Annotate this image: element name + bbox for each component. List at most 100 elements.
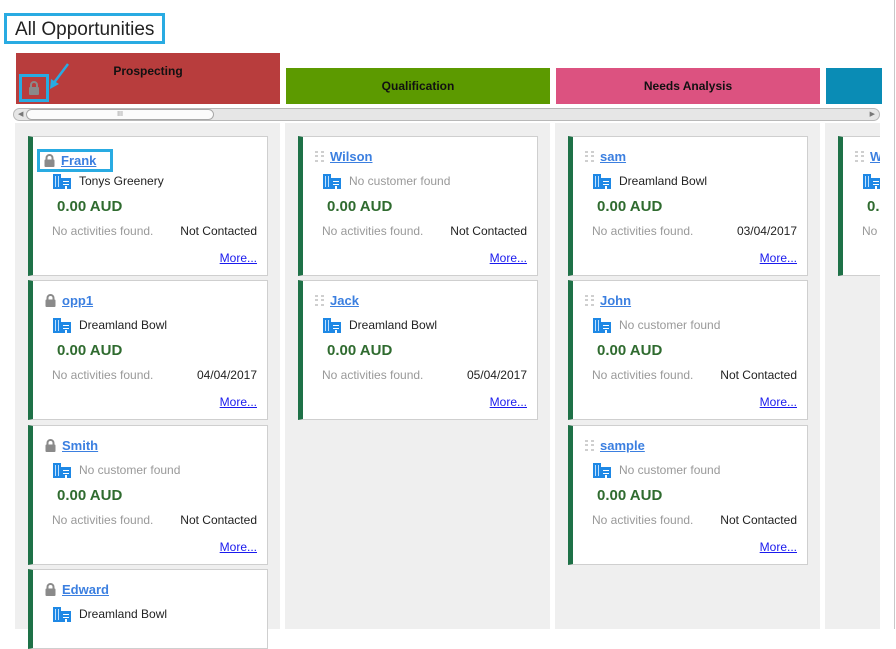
lock-icon (45, 294, 56, 307)
name-highlight: Frank (37, 149, 114, 172)
building-icon (53, 174, 71, 189)
building-icon (53, 318, 71, 333)
scrollbar-thumb[interactable]: III (26, 109, 214, 120)
building-icon (593, 463, 611, 478)
stage-header-needs-analysis[interactable]: Needs Analysis (556, 68, 820, 104)
card-header: sample (585, 438, 645, 453)
column-next: W 0. No (825, 123, 880, 629)
activities-text: No activities found. (592, 368, 694, 382)
opportunity-status: Not Contacted (720, 368, 797, 382)
opportunity-name-link[interactable]: Wilson (330, 149, 373, 164)
opportunity-amount: 0. (867, 198, 880, 215)
opportunity-card[interactable]: Wilson No customer found 0.00 AUD No act… (298, 136, 538, 276)
drag-handle-icon[interactable] (585, 150, 594, 163)
building-icon (593, 174, 611, 189)
customer-row: Dreamland Bowl (592, 173, 707, 189)
drag-handle-icon[interactable] (855, 150, 864, 163)
customer-row: No customer found (322, 173, 450, 189)
opportunity-amount: 0.00 AUD (327, 342, 393, 359)
activities-text: No activities found. (52, 368, 154, 382)
column-qualification: Wilson No customer found 0.00 AUD No act… (285, 123, 550, 629)
opportunity-name-link[interactable]: sam (600, 149, 626, 164)
stage-label: Prospecting (113, 64, 183, 78)
customer-row: Dreamland Bowl (322, 317, 437, 333)
customer-name: Tonys Greenery (79, 174, 164, 188)
more-link[interactable]: More... (490, 251, 527, 265)
card-header: Smith (45, 438, 98, 453)
customer-row: Dreamland Bowl (52, 317, 167, 333)
scroll-right-arrow-icon[interactable]: ▶ (870, 109, 875, 120)
opportunity-card[interactable]: Smith No customer found 0.00 AUD No acti… (28, 425, 268, 565)
customer-name: No customer found (349, 174, 451, 188)
opportunity-status: Not Contacted (450, 224, 527, 238)
customer-row (862, 173, 880, 189)
scroll-left-arrow-icon[interactable]: ◀ (18, 109, 23, 120)
opportunity-card[interactable]: opp1 Dreamland Bowl 0.00 AUD No activiti… (28, 280, 268, 420)
more-link[interactable]: More... (220, 251, 257, 265)
opportunity-card[interactable]: sample No customer found 0.00 AUD No act… (568, 425, 808, 565)
activities-text: No activities found. (52, 513, 154, 527)
customer-name: Dreamland Bowl (79, 607, 168, 621)
lock-icon (44, 154, 55, 167)
opportunity-name-link[interactable]: Frank (61, 153, 96, 168)
more-link[interactable]: More... (760, 395, 797, 409)
drag-handle-icon[interactable] (585, 294, 594, 307)
more-link[interactable]: More... (220, 395, 257, 409)
horizontal-scrollbar[interactable]: ◀ III ▶ (13, 108, 880, 121)
opportunity-name-link[interactable]: Smith (62, 438, 98, 453)
card-header: Frank (37, 149, 114, 172)
drag-handle-icon[interactable] (585, 439, 594, 452)
card-header: W (855, 149, 880, 164)
building-icon (53, 463, 71, 478)
annotation-arrow-icon (50, 63, 69, 89)
opportunity-status: Not Contacted (180, 224, 257, 238)
opportunity-status: Not Contacted (720, 513, 797, 527)
column-prospecting: Frank Tonys Greenery 0.00 AUD No activit… (15, 123, 280, 649)
opportunity-card[interactable]: Edward Dreamland Bowl (28, 569, 268, 649)
page-title: All Opportunities (4, 13, 166, 44)
opportunity-status: 04/04/2017 (196, 368, 257, 382)
more-link[interactable]: More... (220, 540, 257, 554)
card-header: Wilson (315, 149, 373, 164)
card-header: John (585, 293, 631, 308)
opportunity-name-link[interactable]: sample (600, 438, 645, 453)
opportunity-name-link[interactable]: W (870, 149, 880, 164)
opportunity-card[interactable]: sam Dreamland Bowl 0.00 AUD No activitie… (568, 136, 808, 276)
customer-name: Dreamland Bowl (349, 318, 438, 332)
stage-header-qualification[interactable]: Qualification (286, 68, 550, 104)
opportunity-amount: 0.00 AUD (597, 342, 663, 359)
card-header: Jack (315, 293, 359, 308)
opportunity-name-link[interactable]: John (600, 293, 631, 308)
opportunity-card[interactable]: Jack Dreamland Bowl 0.00 AUD No activiti… (298, 280, 538, 420)
opportunity-status: 03/04/2017 (736, 224, 797, 238)
lock-icon-highlight[interactable] (19, 74, 49, 102)
stage-header-next[interactable] (826, 68, 882, 104)
customer-row: No customer found (592, 462, 720, 478)
more-link[interactable]: More... (760, 540, 797, 554)
activities-text: No (862, 224, 878, 238)
opportunity-amount: 0.00 AUD (597, 198, 663, 215)
grip-icon: III (117, 111, 123, 118)
card-header: sam (585, 149, 626, 164)
more-link[interactable]: More... (760, 251, 797, 265)
opportunity-amount: 0.00 AUD (597, 487, 663, 504)
opportunity-status: 05/04/2017 (466, 368, 527, 382)
more-link[interactable]: More... (490, 395, 527, 409)
opportunity-card[interactable]: Frank Tonys Greenery 0.00 AUD No activit… (28, 136, 268, 276)
customer-row: No customer found (52, 462, 180, 478)
building-icon (53, 607, 71, 622)
card-header: Edward (45, 582, 109, 597)
drag-handle-icon[interactable] (315, 150, 324, 163)
opportunity-name-link[interactable]: Edward (62, 582, 109, 597)
opportunity-name-link[interactable]: opp1 (62, 293, 93, 308)
drag-handle-icon[interactable] (315, 294, 324, 307)
activities-text: No activities found. (52, 224, 154, 238)
building-icon (593, 318, 611, 333)
activities-text: No activities found. (592, 224, 694, 238)
opportunity-name-link[interactable]: Jack (330, 293, 359, 308)
customer-row: Dreamland Bowl (52, 606, 167, 622)
stage-label: Qualification (381, 79, 455, 93)
opportunity-card[interactable]: W 0. No (838, 136, 880, 276)
opportunity-card[interactable]: John No customer found 0.00 AUD No activ… (568, 280, 808, 420)
customer-row: No customer found (592, 317, 720, 333)
